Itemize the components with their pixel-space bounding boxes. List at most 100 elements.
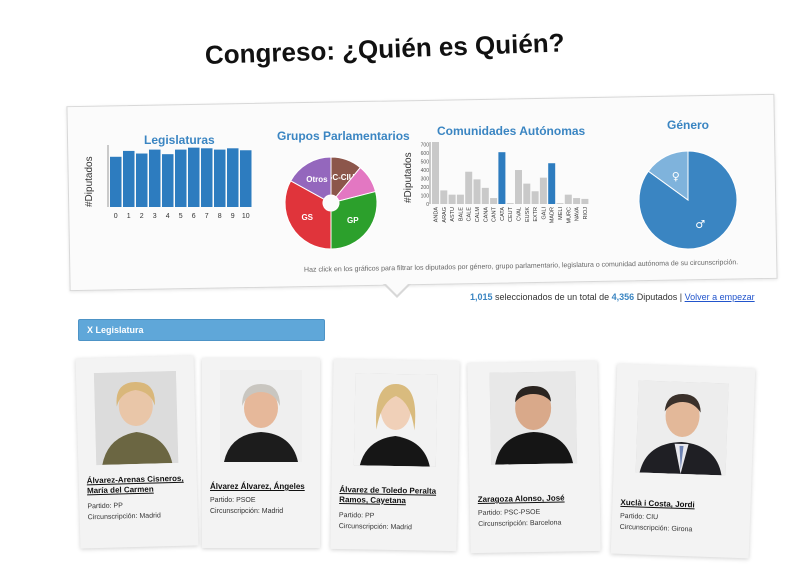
slice-label: GS	[301, 213, 313, 222]
tick-label: CATA	[500, 207, 506, 221]
tick-label: 5	[179, 213, 183, 220]
chart-genero[interactable]: ♂♀	[637, 149, 739, 251]
tick-label: MADR	[550, 207, 556, 223]
tick-label: MELI	[558, 207, 564, 220]
deputy-photo	[635, 380, 729, 476]
avatar	[220, 370, 302, 462]
bar	[531, 191, 539, 204]
bar	[149, 149, 161, 207]
deputy-name[interactable]: Álvarez Álvarez, Ángeles	[210, 482, 320, 492]
deputy-party: Partido: PSC-PSOE	[477, 508, 541, 517]
tick-label: MURC	[566, 207, 572, 224]
slice-label: ♀	[672, 170, 680, 183]
legislature-banner: X Legislatura	[78, 319, 325, 341]
deputy-name[interactable]: Zaragoza Alonso, José	[478, 493, 588, 505]
bar	[188, 147, 200, 207]
deputy-card[interactable]: Álvarez Álvarez, Ángeles Partido: PSOE C…	[202, 358, 320, 548]
deputy-card[interactable]: Xuclà i Costa, Jordi Partido: CIU Circun…	[610, 363, 756, 559]
y-tick-label: 600	[421, 151, 430, 157]
bar	[481, 187, 489, 204]
tick-label: GALI	[541, 207, 547, 220]
tick-label: EUSK	[525, 207, 531, 222]
dashboard-pointer-inner	[385, 283, 409, 295]
deputy-constituency: Circunscripción: Madrid	[210, 508, 284, 515]
tick-label: ARAG	[442, 207, 448, 223]
bar	[556, 203, 564, 204]
bar	[473, 179, 481, 204]
bar	[539, 177, 547, 204]
chart-ccaa[interactable]: 0100200300400500600700ANDA ARAG ASTU BALE CA…	[416, 142, 612, 240]
deputy-card[interactable]: Álvarez de Toledo Peralta Ramos, Cayetan…	[330, 358, 460, 552]
selection-summary: 1,015 seleccionados de un total de 4,356…	[470, 292, 755, 302]
tick-label: CVAL	[517, 207, 523, 221]
deputy-photo	[489, 371, 578, 465]
tick-label: 10	[242, 213, 250, 220]
bar	[162, 154, 174, 207]
tick-label: 2	[140, 213, 144, 220]
chart-ccaa-title: Comunidades Autónomas	[437, 124, 586, 138]
bar	[432, 142, 439, 204]
tick-label: CANA	[483, 207, 489, 223]
bar	[227, 148, 239, 207]
deputy-name[interactable]: Xuclà i Costa, Jordi	[620, 498, 730, 512]
chart-ccaa-ylabel: #Diputados	[403, 152, 414, 203]
tick-label: CANT	[492, 206, 498, 222]
y-tick-label: 100	[421, 194, 430, 200]
bar	[490, 198, 498, 204]
deputy-name[interactable]: Álvarez-Arenas Cisneros, María del Carme…	[87, 473, 197, 496]
tick-label: ANDA	[434, 207, 440, 223]
avatar	[93, 370, 179, 466]
y-tick-label: 400	[421, 168, 430, 174]
tick-label: EXTR	[533, 207, 539, 222]
slice-label: ♂	[695, 218, 705, 231]
deputy-card[interactable]: Álvarez-Arenas Cisneros, María del Carme…	[75, 355, 199, 549]
deputy-constituency: Circunscripción: Madrid	[87, 512, 161, 522]
deputy-card[interactable]: Zaragoza Alonso, José Partido: PSC-PSOE …	[467, 360, 601, 554]
tick-label: RIOJ	[583, 207, 589, 220]
avatar	[635, 380, 729, 476]
bar	[573, 198, 581, 204]
bar	[110, 156, 122, 207]
chart-legislaturas[interactable]: 0 1 2 3 4 5 6 7 8 9 10	[107, 145, 268, 225]
bar	[564, 194, 572, 204]
y-tick-label: 200	[421, 185, 430, 191]
tick-label: 8	[218, 213, 222, 220]
chart-genero-title: Género	[667, 118, 710, 132]
tick-label: 7	[205, 213, 209, 220]
bar	[548, 163, 556, 204]
deputy-name[interactable]: Álvarez de Toledo Peralta Ramos, Cayetan…	[339, 485, 453, 507]
reset-link[interactable]: Volver a empezar	[685, 292, 755, 302]
tick-label: ASTU	[450, 207, 456, 222]
tick-label: 4	[166, 213, 170, 220]
deputy-constituency: Circunscripción: Barcelona	[478, 519, 562, 528]
chart-legislaturas-ylabel: #Diputados	[84, 156, 95, 207]
deputy-party: Partido: PP	[338, 512, 375, 520]
tick-label: CALE	[467, 207, 473, 222]
total-text: Diputados |	[636, 292, 683, 302]
y-tick-label: 700	[421, 143, 430, 149]
bar	[523, 183, 531, 204]
deputy-photo	[93, 370, 179, 466]
deputy-photo	[220, 370, 302, 462]
tick-label: CEUT	[508, 206, 514, 222]
selected-text: seleccionados de un total de	[495, 292, 610, 302]
deputy-constituency: Circunscripción: Madrid	[338, 523, 412, 532]
tick-label: BALE	[458, 207, 464, 221]
bar	[581, 198, 589, 204]
bar	[201, 148, 213, 207]
chart-grupos-title: Grupos Parlamentarios	[277, 129, 410, 143]
chart-grupos[interactable]: GC-CIUGPGSOtros	[283, 155, 379, 251]
bar	[123, 150, 135, 207]
tick-label: 9	[231, 213, 235, 220]
page-title: Congreso: ¿Quién es Quién?	[204, 27, 565, 70]
deputy-party: Partido: PSOE	[210, 497, 256, 504]
bar	[448, 194, 456, 204]
selected-count: 1,015	[470, 292, 493, 302]
bar	[214, 149, 226, 207]
bar	[240, 150, 252, 207]
tick-label: 1	[127, 213, 131, 220]
total-count: 4,356	[611, 292, 635, 302]
tick-label: 3	[153, 213, 157, 220]
bar	[175, 149, 187, 207]
tick-label: 6	[192, 213, 196, 220]
